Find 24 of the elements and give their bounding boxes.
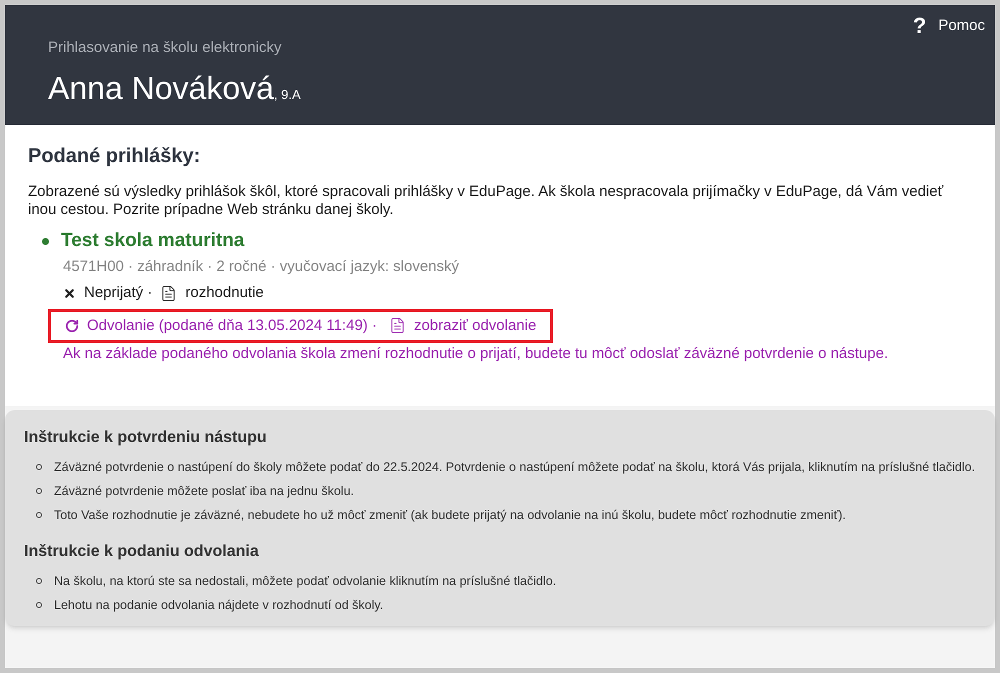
school-name[interactable]: Test skola maturitna bbox=[61, 227, 244, 256]
appeal-status: Odvolanie (podané dňa 13.05.2024 11:49) · bbox=[87, 316, 377, 336]
instruction-text: Toto Vaše rozhodnutie je záväzné, nebudete ho už môcť zmeniť (ak budete prijatý na odvolanie na inú školu, budete môcť rozhodnutie zmeniť). bbox=[54, 506, 846, 524]
instructions-title: Inštrukcie k podaniu odvolania bbox=[24, 542, 260, 562]
admission-status: Neprijatý · bbox=[84, 283, 152, 303]
refresh-icon bbox=[65, 318, 79, 333]
file-icon bbox=[388, 317, 406, 334]
intro-text: Zobrazené sú výsledky prihlášok škôl, ktoré spracovali prihlášky v EduPage. Ak škola nespracovala prijímačky v EduPage, dá Vám vedieť inou cestou. Pozrite prípadne Web stránku danej školy. bbox=[28, 183, 944, 219]
instruction-text: Záväzné potvrdenie môžete poslať iba na jednu školu. bbox=[54, 482, 354, 500]
page-subtitle: Prihlasovanie na školu elektronicky bbox=[48, 38, 282, 58]
appeal-note: Ak na základe podaného odvolania škola zmení rozhodnutie o prijatí, budete tu môcť odoslať záväzné potvrdenie o nástupe. bbox=[62, 344, 890, 364]
instruction-text: Na školu, na ktorú ste sa nedostali, môžete podať odvolanie kliknutím na príslušné tlačidlo. bbox=[54, 572, 556, 590]
view-appeal-link[interactable]: zobraziť odvolanie bbox=[414, 314, 536, 337]
instruction-text: Lehotu na podanie odvolania nájdete v rozhodnutí od školy. bbox=[54, 596, 384, 614]
student-class: , 9.A bbox=[274, 86, 301, 104]
section-title: Podané prihlášky: bbox=[28, 144, 202, 169]
help-link[interactable]: Pomoc bbox=[938, 15, 985, 38]
help-icon[interactable]: ? bbox=[912, 15, 926, 38]
cross-icon bbox=[63, 286, 76, 300]
instruction-text: Záväzné potvrdenie o nastúpení do školy môžete podať do 22.5.2024. Potvrdenie o nastúpení môžete podať na školu, ktorá Vás prijala, kliknutím na príslušné tlačidlo. bbox=[54, 458, 976, 476]
instructions-title: Inštrukcie k potvrdeniu nástupu bbox=[24, 428, 268, 448]
decision-link[interactable]: rozhodnutie bbox=[185, 282, 264, 304]
student-name: Anna Nováková bbox=[48, 68, 274, 108]
school-details: 4571H00 · záhradník · 2 ročné · vyučovací jazyk: slovenský bbox=[63, 256, 460, 276]
